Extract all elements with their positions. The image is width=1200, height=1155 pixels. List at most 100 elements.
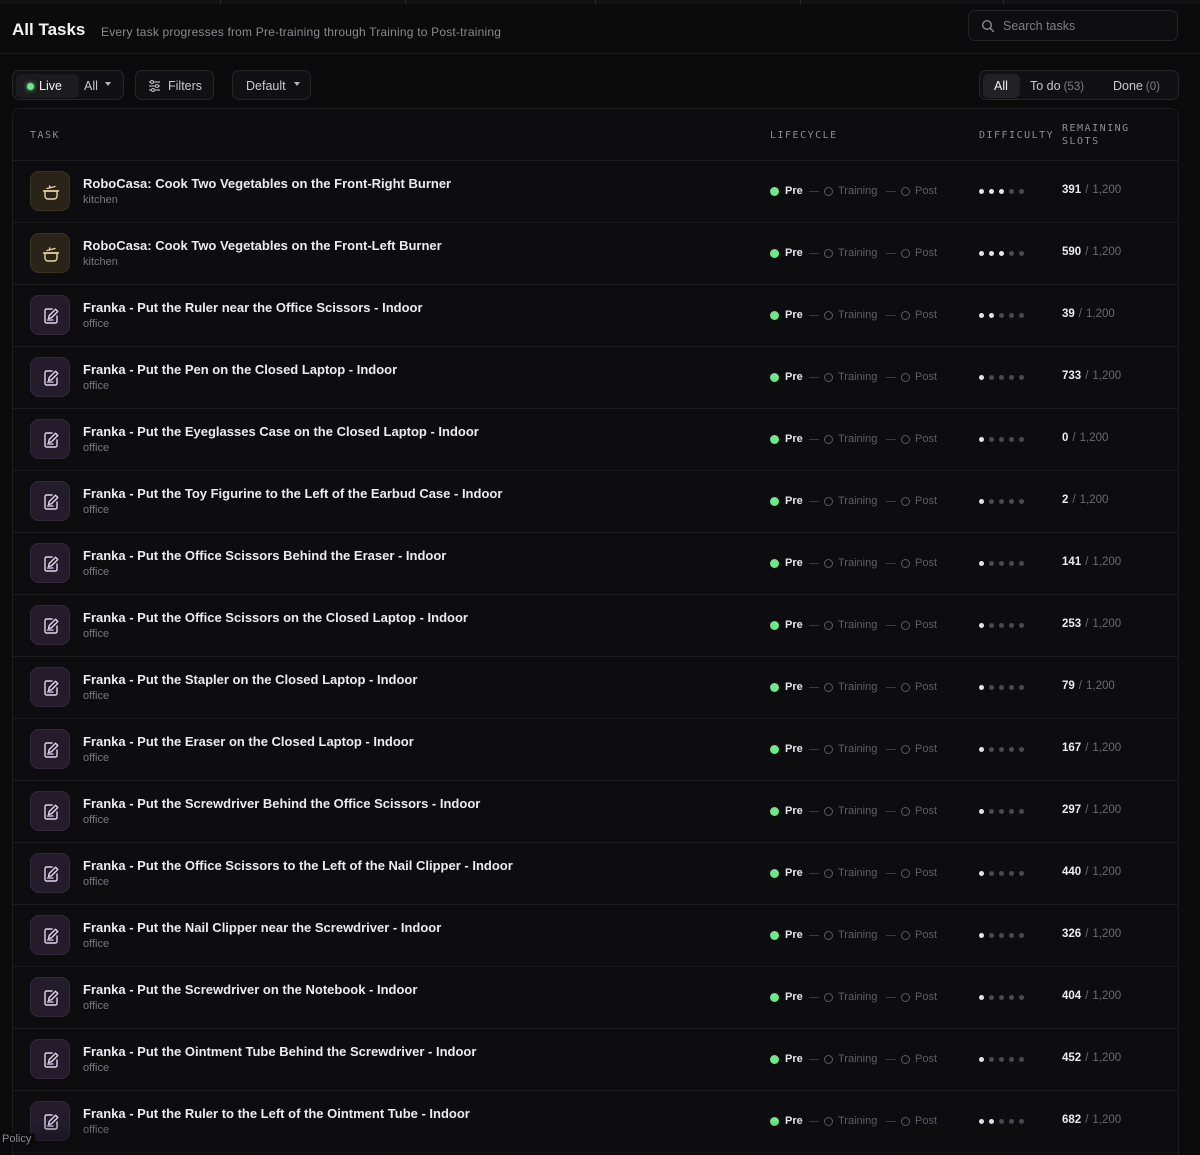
slots-used: 326 [1062, 928, 1082, 940]
difficulty-rating [979, 251, 1029, 257]
stage-training-ring [824, 559, 833, 568]
task-category-icon [30, 729, 70, 769]
slots-separator: / [1085, 184, 1089, 196]
task-name[interactable]: Franka - Put the Ruler to the Left of th… [83, 1106, 470, 1121]
table-row[interactable]: Franka - Put the Stapler on the Closed L… [13, 657, 1178, 719]
task-name[interactable]: RoboCasa: Cook Two Vegetables on the Fro… [83, 176, 451, 191]
task-category: office [83, 1124, 110, 1136]
task-category: office [83, 442, 110, 454]
table-row[interactable]: Franka - Put the Nail Clipper near the S… [13, 905, 1178, 967]
difficulty-dot [1019, 871, 1024, 876]
stage-connector [809, 625, 819, 626]
task-category-icon [30, 915, 70, 955]
column-difficulty: DIFFICULTY [979, 130, 1055, 141]
task-name[interactable]: Franka - Put the Office Scissors on the … [83, 610, 468, 625]
live-status-dot [27, 83, 34, 90]
stage-training-ring [824, 187, 833, 196]
difficulty-dot [979, 313, 984, 318]
stage-post-label: Post [915, 805, 938, 817]
lifecycle-indicator: Pre Training Post [770, 929, 950, 943]
slots-total: 1,200 [1079, 432, 1109, 444]
stage-connector [886, 1059, 896, 1060]
table-row[interactable]: RoboCasa: Cook Two Vegetables on the Fro… [13, 161, 1178, 223]
task-category-icon [30, 171, 70, 211]
stage-connector [886, 191, 896, 192]
table-row[interactable]: Franka - Put the Office Scissors on the … [13, 595, 1178, 657]
table-row[interactable]: Franka - Put the Screwdriver Behind the … [13, 781, 1178, 843]
task-name[interactable]: RoboCasa: Cook Two Vegetables on the Fro… [83, 238, 442, 253]
task-name[interactable]: Franka - Put the Eyeglasses Case on the … [83, 424, 479, 439]
table-row[interactable]: Franka - Put the Toy Figurine to the Lef… [13, 471, 1178, 533]
stage-connector [886, 253, 896, 254]
stage-connector [809, 997, 819, 998]
search-input[interactable]: Search tasks [968, 10, 1178, 41]
slots-used: 0 [1062, 432, 1069, 444]
table-row[interactable]: Franka - Put the Eyeglasses Case on the … [13, 409, 1178, 471]
table-row[interactable]: Franka - Put the Ointment Tube Behind th… [13, 1029, 1178, 1091]
sort-dropdown[interactable]: Default [232, 70, 311, 100]
task-category: kitchen [83, 194, 118, 206]
task-category: office [83, 1000, 110, 1012]
task-name[interactable]: Franka - Put the Nail Clipper near the S… [83, 920, 441, 935]
task-category-icon [30, 357, 70, 397]
stage-post-label: Post [915, 929, 938, 941]
tab-todo[interactable]: To do (53) [1024, 74, 1100, 98]
table-row[interactable]: Franka - Put the Office Scissors to the … [13, 843, 1178, 905]
difficulty-dot [1019, 685, 1024, 690]
slots-total: 1,200 [1092, 556, 1122, 568]
stage-training-label: Training [838, 495, 878, 507]
stage-post-label: Post [915, 681, 938, 693]
task-name[interactable]: Franka - Put the Ointment Tube Behind th… [83, 1044, 476, 1059]
task-name[interactable]: Franka - Put the Ruler near the Office S… [83, 300, 423, 315]
task-name[interactable]: Franka - Put the Screwdriver on the Note… [83, 982, 417, 997]
remaining-slots: 2/1,200 [1062, 494, 1108, 506]
policy-link[interactable]: Policy [2, 1133, 36, 1145]
task-name[interactable]: Franka - Put the Pen on the Closed Lapto… [83, 362, 397, 377]
slots-separator: / [1072, 494, 1076, 506]
tab-done[interactable]: Done (0) [1106, 74, 1176, 98]
difficulty-dot [1009, 375, 1014, 380]
task-name[interactable]: Franka - Put the Stapler on the Closed L… [83, 672, 417, 687]
tab-all[interactable]: All [983, 74, 1020, 98]
task-name[interactable]: Franka - Put the Office Scissors to the … [83, 858, 513, 873]
difficulty-dot [1019, 251, 1024, 256]
stage-connector [809, 253, 819, 254]
remaining-slots: 452/1,200 [1062, 1052, 1121, 1064]
difficulty-dot [999, 437, 1004, 442]
slots-used: 253 [1062, 618, 1082, 630]
remaining-slots: 440/1,200 [1062, 866, 1121, 878]
table-row[interactable]: Franka - Put the Ruler to the Left of th… [13, 1091, 1178, 1153]
stage-training-ring [824, 745, 833, 754]
difficulty-rating [979, 1119, 1029, 1125]
task-name[interactable]: Franka - Put the Toy Figurine to the Lef… [83, 486, 502, 501]
scope-dropdown[interactable]: All [84, 79, 98, 93]
table-row[interactable]: Franka - Put the Eraser on the Closed La… [13, 719, 1178, 781]
slots-total: 1,200 [1092, 184, 1122, 196]
table-row[interactable]: Franka - Put the Pen on the Closed Lapto… [13, 347, 1178, 409]
task-name[interactable]: Franka - Put the Eraser on the Closed La… [83, 734, 414, 749]
task-name[interactable]: Franka - Put the Office Scissors Behind … [83, 548, 446, 563]
slots-separator: / [1085, 1052, 1089, 1064]
table-row[interactable]: Franka - Put the Ruler near the Office S… [13, 285, 1178, 347]
task-category-icon [30, 481, 70, 521]
stage-post-ring [901, 745, 910, 754]
difficulty-dot [1019, 1119, 1024, 1124]
task-category-icon [30, 791, 70, 831]
difficulty-dot [1019, 623, 1024, 628]
filters-button[interactable]: Filters [135, 70, 214, 100]
task-name[interactable]: Franka - Put the Screwdriver Behind the … [83, 796, 480, 811]
difficulty-dot [979, 623, 984, 628]
table-row[interactable]: Franka - Put the Office Scissors Behind … [13, 533, 1178, 595]
slots-separator: / [1085, 866, 1089, 878]
lifecycle-indicator: Pre Training Post [770, 247, 950, 261]
stage-connector [886, 935, 896, 936]
stage-post-ring [901, 373, 910, 382]
slots-separator: / [1085, 370, 1089, 382]
table-row[interactable]: RoboCasa: Cook Two Vegetables on the Fro… [13, 223, 1178, 285]
table-row[interactable]: Franka - Put the Screwdriver on the Note… [13, 967, 1178, 1029]
sort-label: Default [246, 79, 286, 93]
table-header: TASK LIFECYCLE DIFFICULTY REMAINING SLOT… [13, 109, 1178, 161]
task-category: office [83, 380, 110, 392]
difficulty-dot [1009, 251, 1014, 256]
stage-connector [809, 377, 819, 378]
